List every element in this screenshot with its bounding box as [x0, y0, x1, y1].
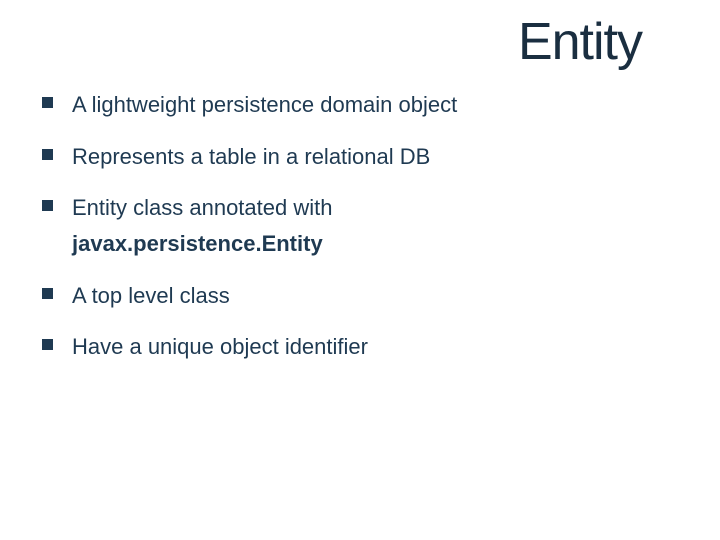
slide-title: Entity	[38, 12, 642, 72]
bullet-text: Have a unique object identifier	[72, 334, 368, 359]
bullet-text: A top level class	[72, 283, 230, 308]
bullet-text: Entity class annotated with	[72, 195, 332, 220]
bullet-subtext: javax.persistence.Entity	[72, 229, 682, 259]
list-item: Represents a table in a relational DB	[38, 142, 682, 172]
list-item: Entity class annotated with javax.persis…	[38, 193, 682, 258]
list-item: Have a unique object identifier	[38, 332, 682, 362]
bullet-text: A lightweight persistence domain object	[72, 92, 457, 117]
slide-container: Entity A lightweight persistence domain …	[0, 0, 720, 540]
list-item: A lightweight persistence domain object	[38, 90, 682, 120]
bullet-text: Represents a table in a relational DB	[72, 144, 430, 169]
bullet-list: A lightweight persistence domain object …	[38, 90, 682, 362]
list-item: A top level class	[38, 281, 682, 311]
